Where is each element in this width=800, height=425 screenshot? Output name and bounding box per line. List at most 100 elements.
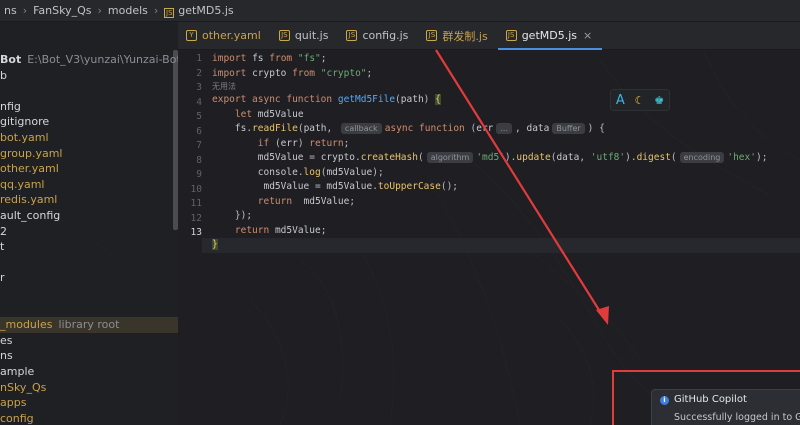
tree-item-label: nSky_Qs — [0, 380, 47, 394]
tree-item-label: apps — [0, 396, 27, 410]
tree-item[interactable]: nSky_Qs — [0, 380, 178, 396]
tab-quit-js[interactable]: JS quit.js — [271, 22, 339, 49]
tree-item-path: library root — [58, 318, 120, 332]
translate-icon[interactable]: A — [616, 93, 625, 108]
code-line[interactable]: if (err) return; — [212, 137, 350, 152]
code-line[interactable]: export async function getMd5File(path) { — [212, 93, 441, 108]
tree-item[interactable]: qq.yaml — [0, 177, 178, 193]
tree-item[interactable]: ault_config — [0, 208, 178, 224]
breadcrumb-item-current[interactable]: JS getMD5.js — [160, 4, 237, 18]
param-hint-callback: callback — [340, 123, 382, 134]
tab-getmd5-js[interactable]: JS getMD5.js × — [497, 22, 603, 50]
js-file-icon: JS — [346, 30, 358, 41]
floating-toolbar: A ☾ ♚ — [610, 89, 670, 111]
tree-item-label: nfig — [0, 99, 21, 113]
code-line[interactable]: return md5Value; — [212, 195, 355, 210]
yaml-file-icon: Y — [186, 30, 197, 41]
copilot-notification[interactable]: i GitHub Copilot Successfully logged in … — [651, 389, 800, 425]
shirt-icon[interactable]: ♚ — [654, 94, 664, 107]
tree-item[interactable]: ns — [0, 348, 178, 364]
tree-item[interactable]: _modules library root — [0, 317, 178, 334]
tree-item[interactable]: apps — [0, 395, 178, 411]
tree-item[interactable]: ample — [0, 364, 178, 380]
line-number[interactable]: 1 — [178, 52, 202, 67]
tree-item[interactable] — [0, 83, 178, 99]
code-line[interactable]: }); — [212, 209, 252, 224]
breadcrumb-label: getMD5.js — [178, 3, 234, 17]
line-number[interactable]: 12 — [178, 212, 202, 227]
code-line[interactable]: console.log(md5Value); — [212, 166, 384, 181]
breadcrumb-separator: › — [97, 4, 102, 17]
tree-item[interactable]: config — [0, 411, 178, 425]
tree-item[interactable]: r — [0, 270, 178, 286]
tree-item-label: es — [0, 333, 13, 347]
line-number[interactable]: 4 — [178, 96, 202, 111]
tree-item-label: gitignore — [0, 115, 50, 129]
tree-item[interactable]: redis.yaml — [0, 192, 178, 208]
line-number[interactable]: 7 — [178, 139, 202, 154]
tab-config-js[interactable]: JS config.js — [338, 22, 418, 49]
tree-item[interactable] — [0, 255, 178, 271]
tab-group-js[interactable]: JS 群发制.js — [418, 22, 497, 49]
tree-item-label: 2 — [0, 224, 7, 238]
tree-item[interactable]: t — [0, 239, 178, 255]
breadcrumb-item[interactable]: ns — [0, 4, 21, 17]
tab-label: quit.js — [294, 29, 329, 42]
tree-item[interactable] — [0, 302, 178, 318]
code-line[interactable]: md5Value = md5Value.toUpperCase(); — [212, 180, 458, 195]
line-number[interactable]: 10 — [178, 183, 202, 198]
tree-item[interactable]: other.yaml — [0, 161, 178, 177]
moon-icon[interactable]: ☾ — [635, 94, 645, 107]
notification-message: Successfully logged in to Git — [674, 412, 800, 423]
code-line[interactable]: md5Value = crypto.createHash(algorithm'm… — [212, 151, 767, 166]
tree-item[interactable]: 2 — [0, 224, 178, 240]
close-icon[interactable]: × — [583, 29, 592, 42]
editor-tab-bar: Y other.yaml JS quit.js JS config.js JS … — [178, 22, 800, 50]
tab-label: config.js — [362, 29, 409, 42]
project-tree[interactable]: Bot E:\Bot_V3\yunzai\Yunzai-Bot b nfig gitig… — [0, 22, 178, 425]
breadcrumb-item[interactable]: models — [104, 4, 152, 17]
tab-label: other.yaml — [202, 29, 261, 42]
tree-item[interactable]: bot.yaml — [0, 130, 178, 146]
breadcrumb-item[interactable]: FanSky_Qs — [29, 4, 95, 17]
breadcrumb: ns › FanSky_Qs › models › JS getMD5.js — [0, 0, 800, 22]
line-number[interactable]: 11 — [178, 197, 202, 212]
line-number[interactable]: 8 — [178, 154, 202, 169]
param-hint-buffer: Buffer — [552, 123, 585, 134]
param-hint-err: ... — [496, 123, 513, 134]
line-number[interactable]: 6 — [178, 125, 202, 140]
tree-item-label: bot.yaml — [0, 131, 49, 144]
tree-item-label: ample — [0, 365, 35, 378]
tree-item[interactable]: gitignore — [0, 114, 178, 130]
param-hint-algorithm: algorithm — [426, 152, 474, 163]
tree-item[interactable]: Bot E:\Bot_V3\yunzai\Yunzai-Bot — [0, 52, 178, 68]
tree-item-label: config — [0, 411, 34, 425]
tree-item-label: Bot — [0, 53, 22, 66]
code-line-current[interactable]: } — [202, 238, 800, 253]
tree-item-label: t — [0, 240, 5, 254]
code-editor[interactable]: import fs from "fs"; import crypto from … — [178, 50, 800, 425]
line-number[interactable]: 13 — [178, 226, 202, 241]
line-number[interactable]: 9 — [178, 168, 202, 183]
js-file-icon: JS — [505, 30, 517, 41]
tab-other-yaml[interactable]: Y other.yaml — [178, 22, 271, 49]
line-number[interactable]: 2 — [178, 67, 202, 82]
code-line[interactable]: fs.readFile(path, callback async function… — [212, 122, 605, 137]
usage-comment: 无用法 — [212, 82, 236, 91]
code-line[interactable]: return md5Value; — [212, 224, 327, 239]
tree-item[interactable]: b — [0, 68, 178, 84]
tree-item-label: other.yaml — [0, 162, 59, 176]
tree-item[interactable] — [0, 286, 178, 302]
code-line[interactable]: import fs from "fs"; — [212, 52, 327, 67]
tree-item[interactable]: nfig — [0, 99, 178, 115]
tree-item-label: ault_config — [0, 209, 61, 222]
js-file-icon: JS — [426, 30, 438, 41]
code-line[interactable]: import crypto from "crypto"; — [212, 67, 372, 82]
tree-item[interactable]: group.yaml — [0, 146, 178, 162]
tree-item[interactable]: es — [0, 333, 178, 349]
line-number[interactable]: 5 — [178, 110, 202, 125]
line-number[interactable]: 3 — [178, 81, 202, 96]
code-line[interactable]: let md5Value — [212, 108, 304, 123]
tree-item-label: r — [0, 271, 5, 285]
notification-title: GitHub Copilot — [674, 394, 747, 405]
